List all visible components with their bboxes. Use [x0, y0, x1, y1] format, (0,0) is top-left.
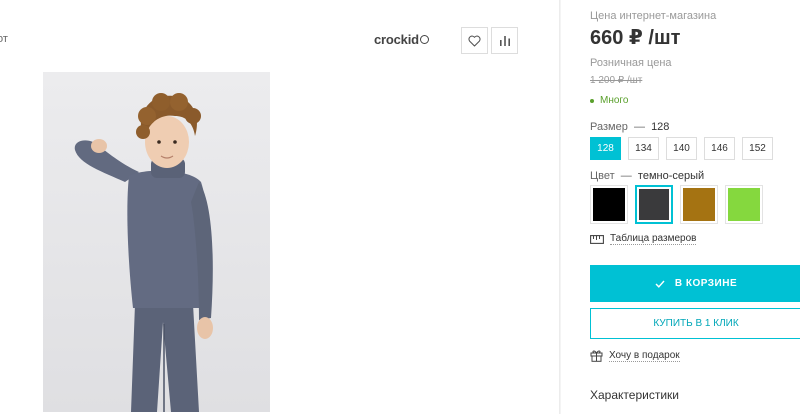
color-swatch [639, 189, 669, 220]
color-selector [590, 185, 763, 224]
ruler-icon [590, 234, 604, 244]
color-option-dark-gray[interactable] [635, 185, 673, 224]
buy-one-click-label: КУПИТЬ В 1 КЛИК [653, 318, 739, 329]
stock-status: Много [590, 95, 628, 106]
size-label-dash: — [633, 121, 645, 133]
brand-mark-icon [419, 35, 429, 44]
size-option-128[interactable]: 128 [590, 137, 621, 160]
brand-logo[interactable]: crockid [374, 32, 429, 47]
cut-off-text: от [0, 33, 8, 45]
retail-price-label: Розничная цена [590, 57, 672, 69]
compare-button[interactable] [491, 27, 518, 54]
size-option-152[interactable]: 152 [742, 137, 773, 160]
price-value: 660 ₽ /шт [590, 27, 681, 49]
color-label-dash: — [620, 170, 632, 182]
color-label: Цвет — темно-серый [590, 170, 704, 182]
color-swatch [683, 188, 715, 221]
product-gallery: от crockid [0, 0, 560, 414]
color-option-mustard[interactable] [680, 185, 718, 224]
brand-name: crockid [374, 32, 419, 47]
bar-chart-icon [499, 35, 510, 46]
heart-icon [468, 35, 481, 47]
stock-text: Много [600, 95, 629, 106]
gift-icon [590, 350, 603, 362]
in-cart-label: В КОРЗИНЕ [674, 278, 738, 289]
retail-price-value: 1 200 ₽ /шт [590, 75, 643, 86]
price-label: Цена интернет-магазина [590, 10, 717, 22]
in-cart-button[interactable]: В КОРЗИНЕ [590, 265, 800, 302]
size-option-134[interactable]: 134 [628, 137, 659, 160]
color-option-lime[interactable] [725, 185, 763, 224]
selected-size: 128 [651, 121, 670, 133]
buy-one-click-button[interactable]: КУПИТЬ В 1 КЛИК [590, 308, 800, 339]
characteristics-heading[interactable]: Характеристики [590, 388, 679, 402]
size-option-146[interactable]: 146 [704, 137, 735, 160]
product-photo[interactable] [43, 72, 270, 412]
dot-icon [590, 98, 594, 103]
size-option-140[interactable]: 140 [666, 137, 697, 160]
size-table-text: Таблица размеров [610, 233, 697, 245]
child-in-turtleneck-image [43, 72, 270, 412]
gift-text: Хочу в подарок [609, 349, 680, 362]
size-label: Размер — 128 [590, 121, 669, 133]
color-swatch [593, 188, 625, 221]
color-option-black[interactable] [590, 185, 628, 224]
color-label-text: Цвет [590, 170, 615, 182]
size-table-link[interactable]: Таблица размеров [590, 233, 697, 245]
selected-color: темно-серый [637, 170, 705, 182]
product-info-panel: Цена интернет-магазина 660 ₽ /шт Розничн… [561, 0, 800, 414]
size-label-text: Размер [590, 121, 628, 133]
gift-link[interactable]: Хочу в подарок [590, 349, 680, 362]
favorite-button[interactable] [461, 27, 488, 54]
color-swatch [728, 188, 760, 221]
size-selector: 128 134 140 146 152 [590, 137, 773, 160]
check-icon [655, 280, 665, 288]
